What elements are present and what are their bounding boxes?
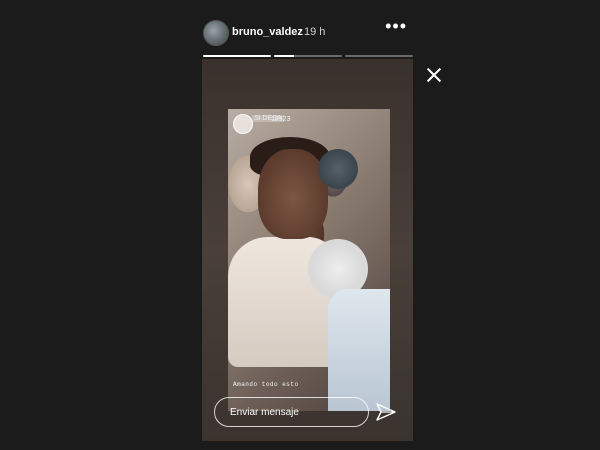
story-progress [203, 55, 413, 57]
story-photo: SI DESA 12323 [228, 109, 390, 411]
timestamp: 19 h [304, 26, 326, 38]
photo-blanket [328, 289, 390, 411]
close-icon[interactable] [425, 66, 443, 84]
story-header: bruno_valdez 19 h ••• [203, 16, 413, 46]
progress-segment-3 [345, 55, 413, 57]
progress-fill-1 [203, 55, 271, 57]
avatar[interactable] [203, 20, 229, 46]
username[interactable]: bruno_valdez [232, 26, 303, 38]
more-options-icon[interactable]: ••• [385, 16, 407, 37]
tag-avatar[interactable] [233, 114, 253, 134]
story-caption: Amando todo esto [233, 381, 299, 388]
photo-face [258, 149, 328, 239]
reply-input[interactable]: Enviar mensaje [214, 397, 369, 427]
reply-placeholder: Enviar mensaje [230, 407, 299, 418]
story-canvas[interactable]: SI DESA 12323 Amando todo esto Enviar me… [202, 59, 413, 441]
progress-fill-2 [274, 55, 295, 57]
photo-toy [318, 149, 358, 189]
progress-segment-2 [274, 55, 342, 57]
send-icon[interactable] [376, 403, 396, 421]
tag-username[interactable]: 12323 [271, 116, 290, 123]
progress-segment-1 [203, 55, 271, 57]
